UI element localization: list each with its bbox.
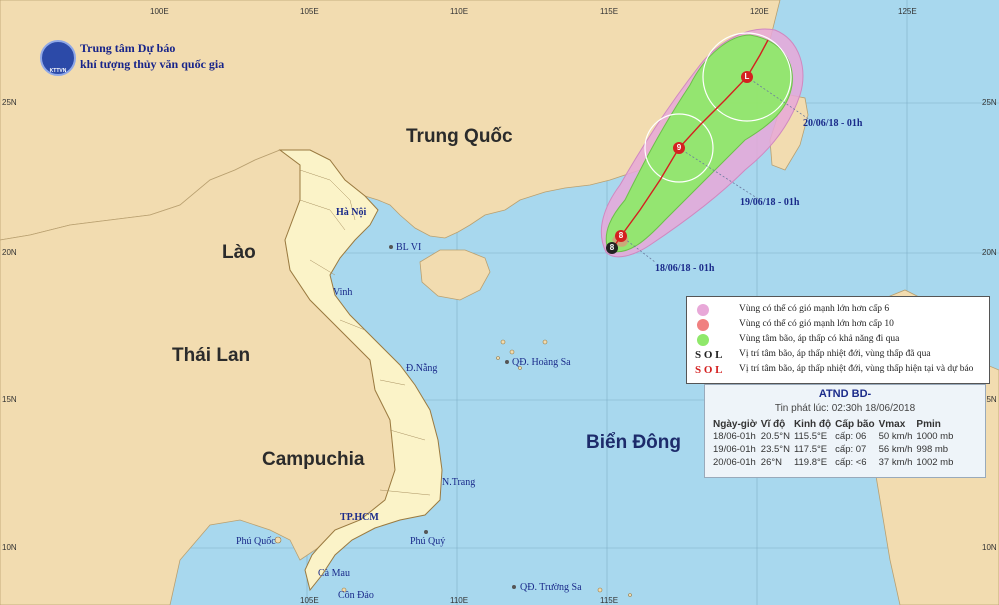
- place-condao: Côn Đảo: [338, 590, 374, 601]
- lon-tick-100: 100E: [150, 7, 169, 16]
- lat-tick-20-right: 20N: [982, 248, 997, 257]
- col-lon: Kinh độ: [793, 419, 832, 430]
- hainan-island: [419, 249, 491, 301]
- table-row: 19/06-01h 23.5°N 117.5°E cấp: 07 56 km/h…: [713, 443, 957, 456]
- agency-logo: KTTVN: [40, 40, 76, 76]
- cell: 117.5°E: [793, 444, 828, 455]
- lon-tick-125: 125E: [898, 7, 917, 16]
- info-issued: Tin phát lúc: 02:30h 18/06/2018: [774, 403, 916, 414]
- lon-tick-110-bottom: 110E: [450, 596, 469, 605]
- legend-swatch-cone: [697, 334, 709, 346]
- storm-info-panel: ATND BD- Tin phát lúc: 02:30h 18/06/2018…: [704, 384, 986, 478]
- cell: 23.5°N: [760, 444, 790, 455]
- cell: 1002 mb: [916, 457, 954, 468]
- info-header-row: Ngày-giờ Vĩ độ Kinh độ Cấp bão Vmax Pmin: [713, 419, 957, 430]
- cell: 119.8°E: [793, 457, 828, 468]
- legend-item: Vùng có thể có gió mạnh lớn hơn cấp 10: [687, 318, 989, 332]
- logo-text: KTTVN: [49, 68, 67, 74]
- col-vmax: Vmax: [878, 419, 906, 430]
- place-hanoi: Hà Nội: [336, 207, 367, 218]
- legend-text: Vùng có thể có gió mạnh lớn hơn cấp 10: [739, 319, 894, 329]
- dot-truongsa: [512, 585, 516, 589]
- label-east-sea: Biển Đông: [586, 432, 681, 453]
- label-thailand: Thái Lan: [172, 345, 251, 366]
- legend-item: Vùng có thể có gió mạnh lớn hơn cấp 6: [687, 303, 989, 317]
- place-blvi: BL VI: [396, 242, 422, 253]
- map-legend: Vùng có thể có gió mạnh lớn hơn cấp 6 Vù…: [686, 296, 990, 384]
- col-level: Cấp bão: [835, 419, 875, 430]
- lat-tick-10: 10N: [2, 543, 17, 552]
- dot-phuquy: [424, 530, 428, 534]
- lon-tick-110: 110E: [450, 7, 469, 16]
- dot-blvi: [389, 245, 393, 249]
- forecast-label-d2: 19/06/18 - 01h: [740, 197, 800, 208]
- place-hcm: TP.HCM: [340, 512, 379, 523]
- label-china: Trung Quốc: [406, 126, 513, 147]
- cell: cấp: 06: [835, 431, 867, 442]
- legend-text: Vùng có thể có gió mạnh lớn hơn cấp 6: [739, 304, 890, 314]
- dot-hoangsa: [505, 360, 509, 364]
- lon-tick-115-bottom: 115E: [600, 596, 619, 605]
- place-phuquy: Phú Quý: [410, 536, 446, 547]
- place-vinh: Vinh: [333, 287, 353, 298]
- legend-text: Vị trí tâm bão, áp thấp nhiệt đới, vùng …: [739, 349, 931, 359]
- place-camau: Cà Mau: [318, 568, 350, 579]
- lon-tick-115: 115E: [600, 7, 619, 16]
- cell: 50 km/h: [878, 431, 913, 442]
- cell: cấp: <6: [835, 457, 867, 468]
- lon-tick-120: 120E: [750, 7, 769, 16]
- cell: 18/06-01h: [713, 431, 756, 442]
- lat-tick-15: 15N: [2, 395, 17, 404]
- agency-name-line2: khí tượng thủy văn quốc gia: [80, 57, 225, 71]
- label-laos: Lào: [222, 242, 256, 263]
- lon-tick-105: 105E: [300, 7, 319, 16]
- day3-storm-symbol: L: [741, 71, 753, 83]
- col-datetime: Ngày-giờ: [713, 419, 757, 430]
- legend-swatch-level10: [697, 319, 709, 331]
- cell: cấp: 07: [835, 444, 867, 455]
- lon-tick-105-bottom: 105E: [300, 596, 319, 605]
- cell: 115.5°E: [793, 431, 828, 442]
- table-row: 18/06-01h 20.5°N 115.5°E cấp: 06 50 km/h…: [713, 430, 957, 443]
- legend-swatch-past: S O L: [695, 349, 723, 361]
- legend-item: S O L Vị trí tâm bão, áp thấp nhiệt đới,…: [687, 363, 989, 377]
- place-hoangsa: QĐ. Hoàng Sa: [512, 357, 571, 368]
- table-row: 20/06-01h 26°N 119.8°E cấp: <6 37 km/h 1…: [713, 456, 957, 469]
- legend-swatch-level6: [697, 304, 709, 316]
- legend-item: S O L Vị trí tâm bão, áp thấp nhiệt đới,…: [687, 348, 989, 362]
- legend-text: Vùng tâm bão, áp thấp có khả năng đi qua: [739, 334, 900, 344]
- legend-text: Vị trí tâm bão, áp thấp nhiệt đới, vùng …: [739, 364, 974, 374]
- col-lat: Vĩ độ: [760, 419, 786, 430]
- lat-tick-25-right: 25N: [982, 98, 997, 107]
- legend-swatch-current: S O L: [695, 364, 723, 376]
- cell: 20/06-01h: [713, 457, 756, 468]
- forecast-label-d3: 20/06/18 - 01h: [803, 118, 863, 129]
- lat-tick-20: 20N: [2, 248, 17, 257]
- cell: 1000 mb: [916, 431, 954, 442]
- cell: 998 mb: [916, 444, 949, 455]
- place-phuquoc: Phú Quốc: [236, 536, 276, 547]
- info-title: ATND BD-: [818, 388, 872, 400]
- agency-name-line1: Trung tâm Dự báo: [80, 41, 176, 55]
- cell: 26°N: [760, 457, 783, 468]
- cell: 37 km/h: [878, 457, 913, 468]
- forecast-label-d1: 18/06/18 - 01h: [655, 263, 715, 274]
- label-cambodia: Campuchia: [262, 449, 365, 470]
- info-table: Ngày-giờ Vĩ độ Kinh độ Cấp bão Vmax Pmin…: [713, 419, 957, 469]
- past-storm-symbol: 8: [606, 242, 618, 254]
- cell: 19/06-01h: [713, 444, 756, 455]
- day2-storm-symbol: 9: [673, 142, 685, 154]
- current-storm-symbol: 8: [615, 230, 627, 242]
- cell: 20.5°N: [760, 431, 790, 442]
- place-danang: Đ.Nẵng: [406, 363, 438, 374]
- cell: 56 km/h: [878, 444, 913, 455]
- place-truongsa: QĐ. Trường Sa: [520, 582, 582, 593]
- col-pmin: Pmin: [916, 419, 941, 430]
- place-nhatrang: N.Trang: [442, 477, 476, 488]
- legend-item: Vùng tâm bão, áp thấp có khả năng đi qua: [687, 333, 989, 347]
- lat-tick-25: 25N: [2, 98, 17, 107]
- lat-tick-10-right: 10N: [982, 543, 997, 552]
